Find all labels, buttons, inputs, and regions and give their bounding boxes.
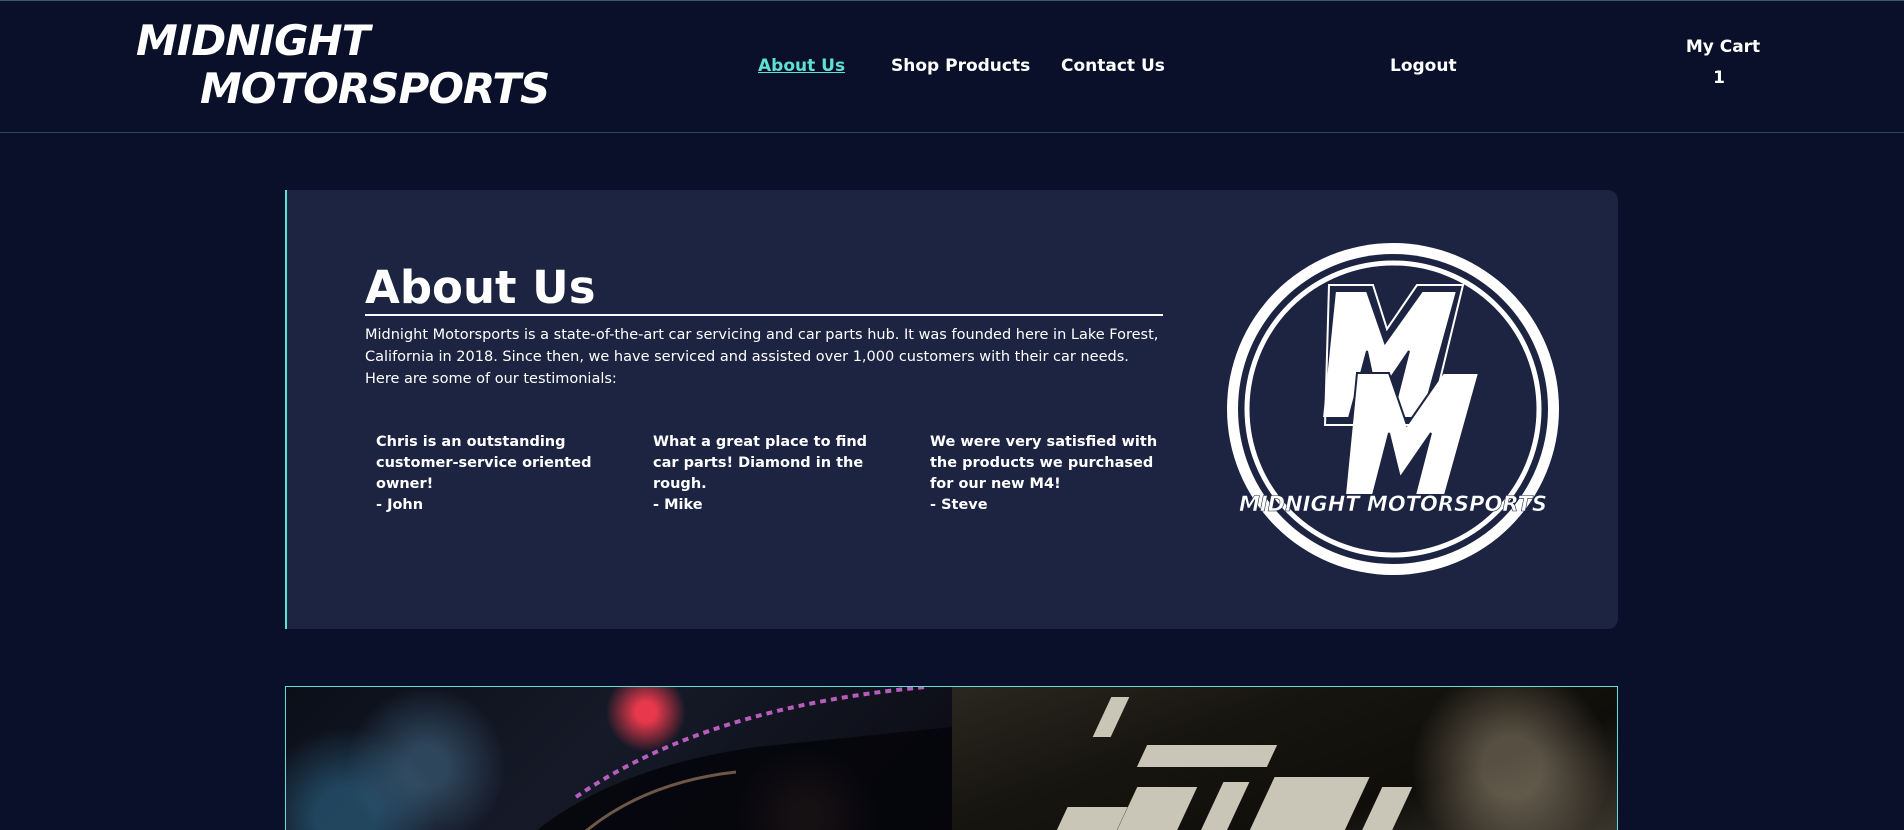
testimonial-card: Chris is an outstanding customer-service… [376,432,606,516]
about-title: About Us [365,262,1163,316]
about-card: About Us Midnight Motorsports is a state… [285,190,1618,629]
gallery-photo-night-car [286,687,952,830]
testimonial-author: - Mike [653,497,703,513]
testimonial-author: - John [376,497,424,513]
brand-line-2: MOTORSPORTS [200,64,550,113]
photo-gallery [285,686,1618,830]
brand-line-1: MIDNIGHT [136,16,370,65]
testimonial-quote: Chris is an outstanding customer-service… [376,434,592,492]
testimonial-quote: What a great place to find car parts! Di… [653,434,868,492]
testimonial-author: - Steve [930,497,988,513]
nav-about-us[interactable]: About Us [758,56,845,76]
night-car-image [537,687,952,830]
testimonial-quote: We were very satisfied with the products… [930,434,1158,492]
cart-count: 1 [1713,68,1725,88]
company-logo: MIDNIGHT MOTORSPORTS [1217,233,1569,585]
testimonial-card: What a great place to find car parts! Di… [653,432,868,516]
testimonial-card: We were very satisfied with the products… [930,432,1160,516]
brand-logo[interactable]: MIDNIGHT MOTORSPORTS [136,16,550,113]
gallery-photo-car-decal [951,687,1617,830]
about-description: Midnight Motorsports is a state-of-the-a… [365,327,1159,387]
nav-logout[interactable]: Logout [1390,56,1457,76]
logo-text: MIDNIGHT MOTORSPORTS [1239,492,1547,516]
mm-logo-icon: MIDNIGHT MOTORSPORTS [1227,243,1559,575]
cart-button[interactable]: My Cart 1 [1683,37,1763,88]
nav-shop-products[interactable]: Shop Products [891,56,1030,76]
nav-contact-us[interactable]: Contact Us [1061,56,1165,76]
cart-label: My Cart [1685,37,1761,57]
site-header: MIDNIGHT MOTORSPORTS About Us Shop Produ… [0,0,1904,133]
